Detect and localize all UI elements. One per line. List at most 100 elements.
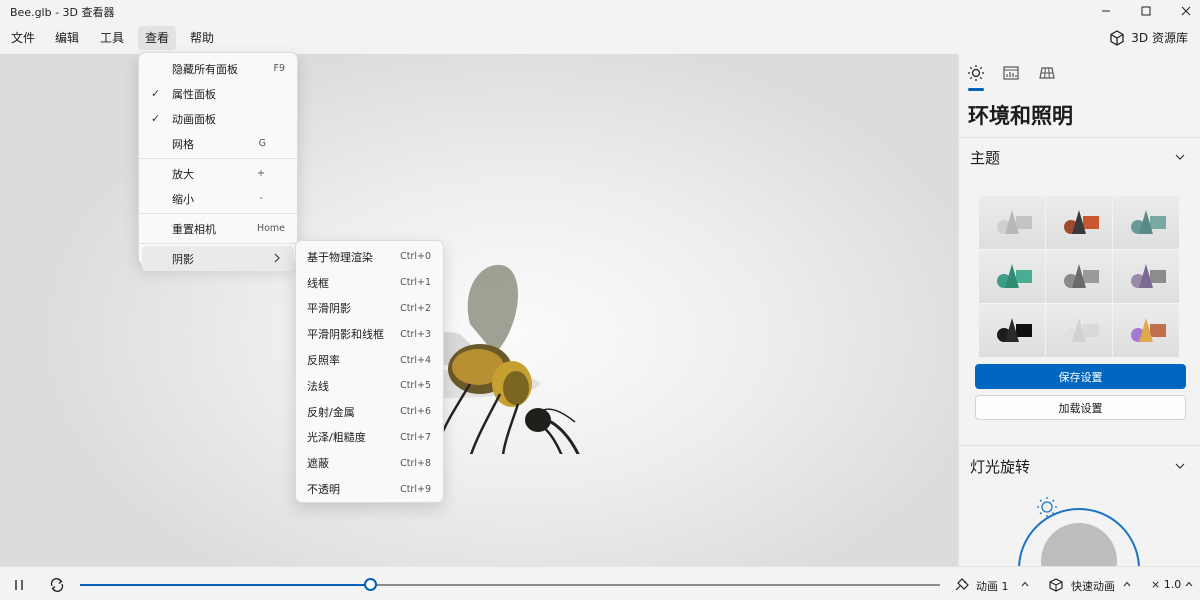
theme-swatch-teal[interactable] <box>1113 196 1179 249</box>
view-menu-hide-panels[interactable]: 隐藏所有面板 F9 <box>139 56 297 81</box>
playback-speed[interactable]: × 1.0 <box>1151 578 1181 591</box>
shading-label: 不透明 <box>307 483 340 497</box>
timeline-thumb[interactable] <box>363 578 377 591</box>
shading-reflectance[interactable]: 反射/金属 Ctrl+6 <box>296 399 443 425</box>
animation-timeline[interactable] <box>80 584 940 586</box>
menu-separator <box>139 158 297 159</box>
close-icon <box>1181 6 1191 16</box>
shading-shortcut: Ctrl+7 <box>400 431 431 443</box>
grid-icon[interactable] <box>1038 64 1056 82</box>
shading-label: 反射/金属 <box>307 405 355 419</box>
theme-swatch-black[interactable] <box>979 304 1045 357</box>
theme-preview-icon <box>1131 318 1166 342</box>
panel-title: 环境和照明 <box>968 104 1073 128</box>
view-menu-label: 缩小 <box>172 192 194 206</box>
theme-swatch-darkgray[interactable] <box>1046 250 1112 303</box>
shading-label: 遮蔽 <box>307 457 329 471</box>
theme-swatch-rainbow[interactable] <box>1113 304 1179 357</box>
checkmark-icon: ✓ <box>151 87 161 100</box>
sun-icon <box>1037 497 1057 517</box>
menu-bar: 文件 编辑 工具 查看 帮助 3D 资源库 <box>0 22 1200 54</box>
theme-section-title[interactable]: 主题 <box>970 147 1000 168</box>
save-settings-button[interactable]: 保存设置 <box>975 364 1186 389</box>
shading-wireframe[interactable]: 线框 Ctrl+1 <box>296 270 443 296</box>
shading-smooth[interactable]: 平滑阴影 Ctrl+2 <box>296 296 443 322</box>
3d-library-button[interactable]: 3D 资源库 <box>1109 29 1188 46</box>
theme-preview-icon <box>1064 318 1099 342</box>
chevron-up-icon[interactable] <box>1021 580 1029 588</box>
view-menu-zoom-in[interactable]: 放大 + <box>139 161 297 186</box>
shading-normals[interactable]: 法线 Ctrl+5 <box>296 373 443 399</box>
properties-panel: 环境和照明 主题 保存设置 加载设置 灯光旋转 <box>958 54 1200 566</box>
view-menu-shortcut: - <box>259 193 263 204</box>
shading-opacity[interactable]: 不透明 Ctrl+9 <box>296 476 443 502</box>
shading-shortcut: Ctrl+4 <box>400 354 431 366</box>
shading-gloss[interactable]: 光泽/粗糙度 Ctrl+7 <box>296 425 443 451</box>
view-menu-dropdown: 隐藏所有面板 F9 ✓ 属性面板 ✓ 动画面板 网格 G 放大 + 缩小 - 重… <box>138 52 298 271</box>
chevron-up-icon[interactable] <box>1185 580 1193 588</box>
theme-grid <box>979 196 1187 357</box>
checkmark-icon: ✓ <box>151 112 161 125</box>
playback-bar: 动画 1 快速动画 × 1.0 <box>0 566 1200 600</box>
view-menu-shading[interactable]: 阴影 <box>142 246 294 271</box>
shading-pbr[interactable]: 基于物理渲染 Ctrl+0 <box>296 244 443 270</box>
window-title: Bee.glb - 3D 查看器 <box>10 6 115 19</box>
view-menu-zoom-out[interactable]: 缩小 - <box>139 186 297 211</box>
chevron-right-icon <box>274 253 280 263</box>
menu-separator <box>139 243 297 244</box>
shading-albedo[interactable]: 反照率 Ctrl+4 <box>296 347 443 373</box>
shading-occlusion[interactable]: 遮蔽 Ctrl+8 <box>296 450 443 476</box>
maximize-button[interactable] <box>1126 0 1166 22</box>
chevron-down-icon[interactable] <box>1174 151 1186 163</box>
minimize-button[interactable] <box>1086 0 1126 22</box>
view-menu-reset-camera[interactable]: 重置相机 Home <box>139 216 297 241</box>
view-menu-properties-panel[interactable]: ✓ 属性面板 <box>139 81 297 106</box>
shading-shortcut: Ctrl+2 <box>400 302 431 314</box>
theme-preview-icon <box>1131 264 1166 288</box>
view-menu-shortcut: F9 <box>273 63 285 74</box>
theme-swatch-white[interactable] <box>1046 304 1112 357</box>
view-menu-grid[interactable]: 网格 G <box>139 131 297 156</box>
view-menu-label: 放大 <box>172 167 194 181</box>
load-settings-button[interactable]: 加载设置 <box>975 395 1186 420</box>
close-button[interactable] <box>1166 0 1200 22</box>
theme-swatch-orange[interactable] <box>1046 196 1112 249</box>
theme-swatch-gray[interactable] <box>979 196 1045 249</box>
stats-icon[interactable] <box>1002 64 1020 82</box>
animation-label[interactable]: 动画 1 <box>976 578 1009 594</box>
theme-preview-icon <box>1064 264 1099 288</box>
minimize-icon <box>1102 10 1110 12</box>
menu-edit[interactable]: 编辑 <box>48 26 86 50</box>
shading-shortcut: Ctrl+9 <box>400 483 431 495</box>
shading-submenu: 基于物理渲染 Ctrl+0 线框 Ctrl+1 平滑阴影 Ctrl+2 平滑阴影… <box>295 240 444 503</box>
animation-icon <box>955 578 969 591</box>
menu-tools[interactable]: 工具 <box>93 26 131 50</box>
theme-swatch-green[interactable] <box>979 250 1045 303</box>
theme-swatch-purple[interactable] <box>1113 250 1179 303</box>
timeline-progress <box>80 584 370 586</box>
theme-preview-icon <box>1064 210 1099 234</box>
shading-label: 基于物理渲染 <box>307 250 373 264</box>
sun-icon[interactable] <box>967 64 985 82</box>
shading-label: 平滑阴影 <box>307 302 351 316</box>
shading-shortcut: Ctrl+0 <box>400 251 431 263</box>
light-rotation-title[interactable]: 灯光旋转 <box>970 456 1030 477</box>
view-menu-label: 重置相机 <box>172 222 216 236</box>
menu-view[interactable]: 查看 <box>138 26 177 50</box>
theme-preview-icon <box>997 264 1032 288</box>
shading-label: 法线 <box>307 379 329 393</box>
loop-icon[interactable] <box>49 577 65 593</box>
shading-shortcut: Ctrl+1 <box>400 277 431 289</box>
shading-shortcut: Ctrl+5 <box>400 380 431 392</box>
view-menu-shortcut: G <box>258 138 266 149</box>
view-menu-animation-panel[interactable]: ✓ 动画面板 <box>139 106 297 131</box>
pause-icon[interactable] <box>11 577 27 593</box>
shading-smooth-wireframe[interactable]: 平滑阴影和线框 Ctrl+3 <box>296 321 443 347</box>
light-rotation-control[interactable] <box>1009 489 1149 566</box>
shading-label: 光泽/粗糙度 <box>307 431 366 445</box>
menu-file[interactable]: 文件 <box>4 26 42 50</box>
chevron-up-icon[interactable] <box>1123 580 1131 588</box>
menu-help[interactable]: 帮助 <box>183 26 221 50</box>
chevron-down-icon[interactable] <box>1174 460 1186 472</box>
quick-animation-label[interactable]: 快速动画 <box>1071 578 1115 594</box>
